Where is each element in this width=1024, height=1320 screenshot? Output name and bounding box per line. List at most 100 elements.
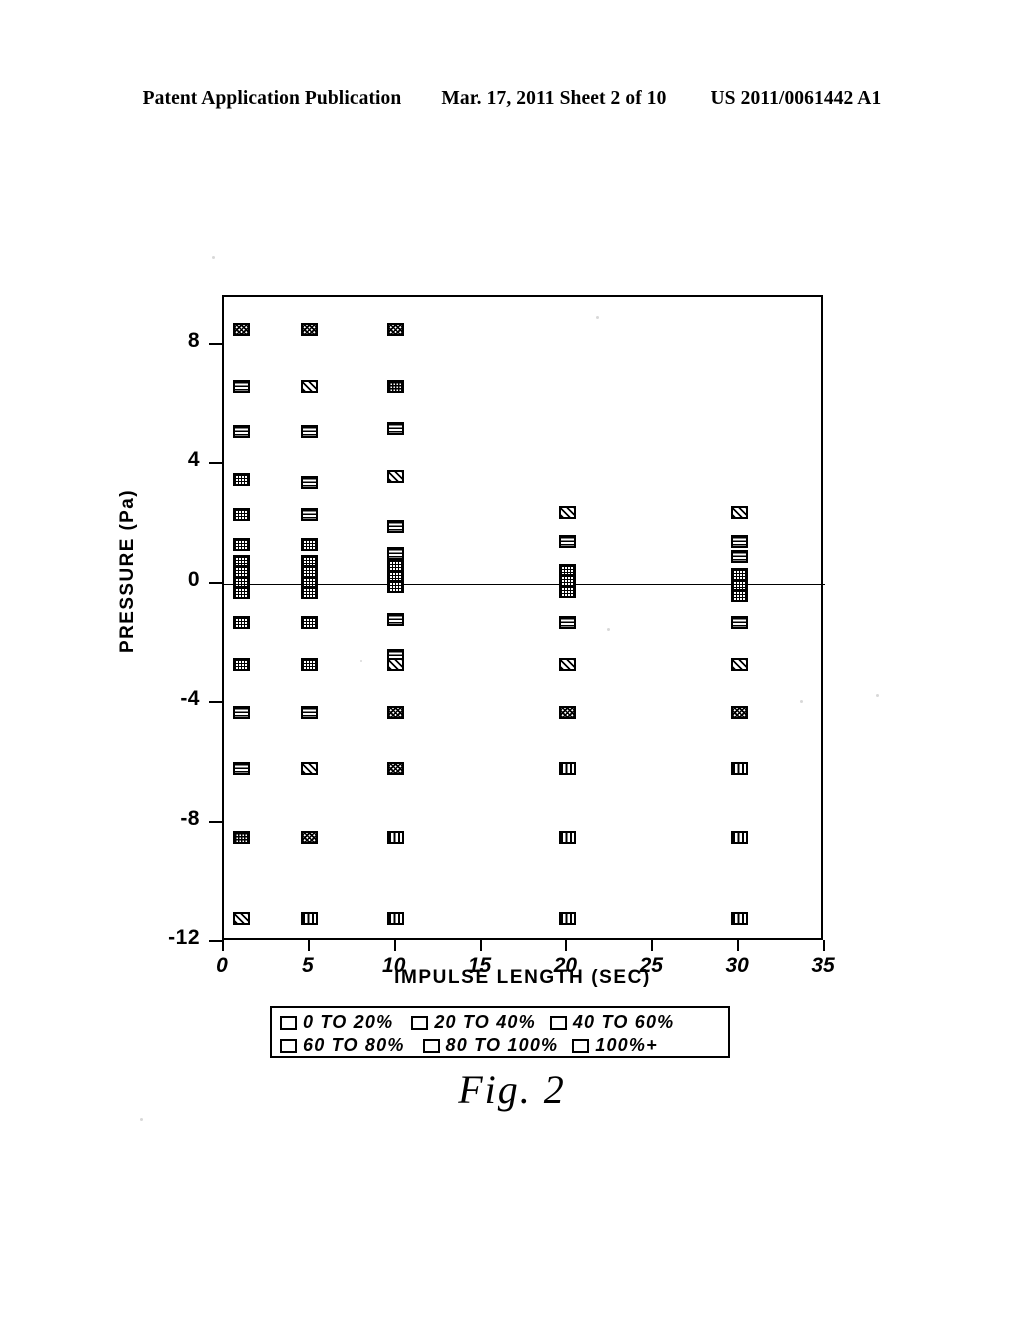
y-axis-tick: [209, 462, 222, 465]
legend-row-bottom: 60 TO 80% 80 TO 100% 100%+: [280, 1034, 722, 1057]
y-axis-tick-label: 8: [187, 328, 200, 352]
data-marker: [232, 830, 250, 844]
data-marker: [301, 705, 319, 719]
legend-swatch: [422, 1038, 440, 1053]
data-marker: [558, 830, 576, 844]
data-marker: [558, 615, 576, 629]
y-axis-tick-label: 4: [187, 448, 200, 472]
data-marker: [730, 705, 748, 719]
y-axis-tick-label: -4: [180, 687, 200, 711]
data-marker: [558, 705, 576, 719]
data-marker: [730, 911, 748, 925]
data-marker: [387, 830, 405, 844]
data-marker: [730, 535, 748, 549]
legend-row-top: 0 TO 20% 20 TO 40% 40 TO 60%: [280, 1011, 722, 1034]
legend-item: 40 TO 60%: [549, 1012, 675, 1033]
data-marker: [232, 380, 250, 394]
data-marker: [232, 657, 250, 671]
data-marker: [387, 657, 405, 671]
legend-label: 0 TO 20%: [303, 1012, 394, 1032]
legend-label: 80 TO 100%: [445, 1035, 559, 1055]
legend-swatch: [280, 1038, 297, 1053]
data-marker: [301, 380, 319, 394]
legend-swatch: [411, 1015, 429, 1030]
legend-swatch: [280, 1015, 297, 1030]
data-marker: [558, 584, 576, 598]
scan-speckle: [212, 256, 215, 259]
data-marker: [232, 586, 250, 600]
page-header: Patent Application Publication Mar. 17, …: [0, 88, 1024, 110]
figure-caption: Fig. 2: [458, 1067, 566, 1112]
data-marker: [301, 508, 319, 522]
data-marker: [558, 535, 576, 549]
data-marker: [301, 615, 319, 629]
x-axis-tick: [222, 940, 224, 951]
patent-number-label: US 2011/0061442 A1: [710, 88, 882, 109]
data-marker: [232, 615, 250, 629]
y-axis-tick: [209, 820, 222, 823]
x-axis-tick: [651, 940, 654, 951]
legend-label: 20 TO 40%: [434, 1012, 536, 1032]
y-axis-tick-label: -8: [180, 806, 200, 830]
data-marker: [301, 911, 319, 925]
scan-speckle: [876, 694, 879, 697]
x-axis-tick: [823, 940, 825, 951]
legend-label: 40 TO 60%: [572, 1012, 675, 1032]
data-marker: [232, 911, 250, 925]
y-axis-tick-label: 0: [187, 567, 200, 591]
data-marker: [301, 830, 319, 844]
legend-swatch: [572, 1038, 590, 1053]
data-marker: [387, 323, 405, 337]
data-marker: [730, 615, 748, 629]
data-marker: [387, 421, 405, 435]
data-marker: [558, 762, 576, 776]
data-marker: [232, 472, 250, 486]
data-marker: [232, 538, 250, 552]
y-axis-tick: [209, 940, 222, 942]
x-axis-tick: [393, 940, 396, 951]
y-axis-tick: [209, 342, 222, 345]
data-marker: [301, 424, 319, 438]
patent-page: Patent Application Publication Mar. 17, …: [0, 0, 1024, 1320]
data-marker: [387, 547, 405, 561]
x-axis-tick: [737, 940, 740, 951]
data-marker: [387, 762, 405, 776]
data-marker: [730, 762, 748, 776]
y-axis-tick: [209, 701, 222, 704]
data-marker: [730, 505, 748, 519]
legend-label: 60 TO 80%: [303, 1035, 405, 1055]
x-axis-title: IMPULSE LENGTH (SEC): [394, 967, 651, 988]
data-marker: [558, 911, 576, 925]
data-marker: [730, 830, 748, 844]
data-marker: [387, 911, 405, 925]
legend-box: 0 TO 20% 20 TO 40% 40 TO 60% 60 TO 80% 80 T…: [270, 1006, 730, 1058]
data-marker: [301, 657, 319, 671]
scan-speckle: [140, 1118, 143, 1121]
legend-item: 60 TO 80%: [280, 1035, 405, 1056]
legend-item: 0 TO 20%: [280, 1012, 393, 1033]
data-marker: [301, 475, 319, 489]
legend-label: 100%+: [595, 1035, 658, 1055]
y-axis-tick: [209, 581, 222, 584]
legend-item: 100%+: [572, 1035, 658, 1056]
data-marker: [301, 538, 319, 552]
data-marker: [730, 657, 748, 671]
publication-label: Patent Application Publication: [142, 88, 402, 109]
data-marker: [730, 550, 748, 564]
data-marker: [387, 705, 405, 719]
data-marker: [301, 586, 319, 600]
data-marker: [387, 380, 405, 394]
plot-frame: [222, 295, 825, 940]
date-sheet-label: Mar. 17, 2011 Sheet 2 of 10: [441, 88, 667, 109]
data-marker: [730, 589, 748, 603]
data-marker: [232, 705, 250, 719]
legend-item: 20 TO 40%: [411, 1012, 536, 1033]
scan-speckle: [596, 316, 599, 319]
data-marker: [232, 762, 250, 776]
scan-speckle: [607, 628, 610, 631]
data-marker: [387, 580, 405, 594]
data-marker: [232, 508, 250, 522]
legend-item: 80 TO 100%: [422, 1035, 559, 1056]
data-marker: [387, 469, 405, 483]
y-axis-tick-label: -12: [168, 926, 200, 949]
